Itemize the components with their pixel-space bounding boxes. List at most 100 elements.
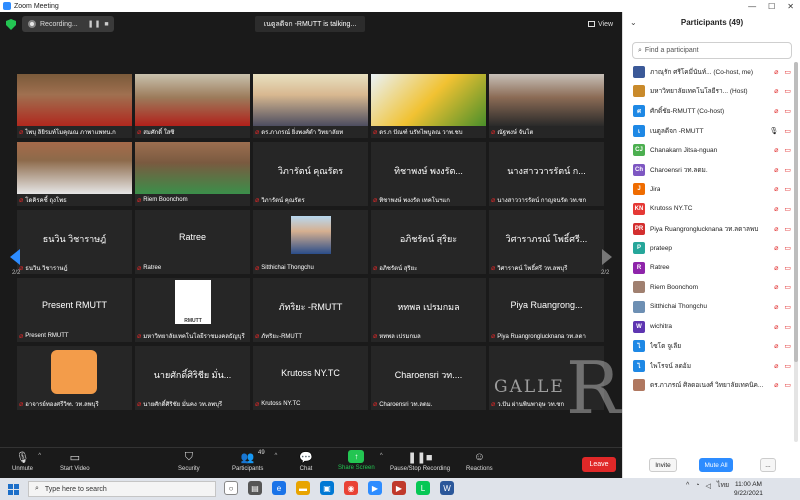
security-shield-icon[interactable] (6, 19, 16, 30)
participant-tile[interactable]: ⌀ สมศักดิ์ ใสซิ (135, 74, 250, 138)
share-options-chevron-icon[interactable]: ^ (380, 453, 383, 459)
participant-tile[interactable]: ⌀ Riem Boonchom (135, 142, 250, 206)
participant-tile[interactable]: วิภารัตน์ คุณรัตร ⌀ วิภารัตน์ คุณรัตร (253, 142, 368, 206)
participant-tile[interactable]: ⌀ Sitthichai Thongchu (253, 210, 368, 274)
watermark-text: GALLE (494, 377, 565, 397)
video-off-icon: ▭ (784, 186, 791, 194)
muted-microphone-icon: ⌀ (255, 400, 260, 408)
language-indicator[interactable]: ไทย (717, 480, 729, 491)
participant-tile[interactable]: อภิชรัตน์ สุริยะ ⌀ อภิชรัตน์ สุริยะ (371, 210, 486, 274)
word-icon[interactable]: W (440, 481, 454, 495)
participant-tile[interactable]: RMUTT ⌀ มหาวิทยาลัยเทคโนโลยีราชมงคลธัญบุรี (135, 278, 250, 342)
chrome-icon[interactable]: ◉ (344, 481, 358, 495)
participant-tile[interactable]: ทิชาพงษ์ พงงรัต... ⌀ ทิชาพงษ์ พงงรัต เทคโน… (371, 142, 486, 206)
participant-list-item[interactable]: ศศักดิ์ชัย-RMUTT (Co-host) ⌀ ▭ (623, 101, 793, 121)
participant-tile[interactable]: ⌀ ไพบุ ลิยิรมท์โมคุณณ ภาพาแพทน.ก (17, 74, 132, 138)
wifi-icon[interactable]: ◔ (695, 482, 699, 489)
scrollbar-thumb[interactable] (794, 62, 798, 362)
participants-button[interactable]: 👥 Participants 49 ^ (232, 450, 277, 472)
zoom-taskbar-icon[interactable]: ▶ (368, 481, 382, 495)
participant-list-item[interactable]: ดร.ภาภรณ์ ศิลดอเนงศ์ วิทยาลัยเทคนิค... ⌀ ▭ (623, 376, 793, 396)
participant-list-item[interactable]: KN Krutoss NY.TC ⌀ ▭ (623, 199, 793, 219)
participant-list-item[interactable]: Riem Boonchom ⌀ ▭ (623, 278, 793, 298)
taskbar-clock[interactable]: 11:00 AM 9/22/2021 (734, 480, 763, 498)
participant-list-item[interactable]: Wwichitra ⌀ ▭ (623, 317, 793, 337)
video-app-icon[interactable]: ▶ (392, 481, 406, 495)
muted-microphone-icon: ⌀ (774, 284, 779, 292)
task-view-icon[interactable]: ▤ (248, 481, 262, 495)
participant-list-name: Sitthichai Thongchu (650, 303, 707, 311)
participant-tile[interactable]: ⌀ โดคิรคชี้ ถุงโพธ (17, 142, 132, 206)
participant-tile[interactable]: วิศาราภรณ์ โพธิ์ศรี... ⌀ วิศาราคน์ โพธิ์ศร… (489, 210, 604, 274)
muted-microphone-icon: ⌀ (19, 400, 24, 408)
participant-list-item[interactable]: PR Piya Ruangronglucknana วท.ลดาลพบ ⌀ ▭ (623, 219, 793, 239)
taskbar-apps: ○ ▤ e ▬ ▣ ◉ ▶ ▶ L W (224, 481, 454, 495)
windows-start-icon[interactable] (8, 483, 19, 495)
participant-tile[interactable]: ⌀ อาจารย์ทองศรีวิฑ. วท.ลพบุรี (17, 346, 132, 410)
muted-microphone-icon: ⌀ (774, 323, 779, 331)
taskbar-search-input[interactable]: ⌕ Type here to search (28, 481, 216, 497)
pause-recording-icon[interactable]: ❚❚ ■ (88, 20, 110, 28)
edge-icon[interactable]: e (272, 481, 286, 495)
chat-button[interactable]: 💬 Chat (299, 450, 313, 473)
participant-tile[interactable]: หทพล เปรมกมล ⌀ หทพล เปรมกมล (371, 278, 486, 342)
avatar: CJ (633, 144, 645, 157)
participant-tile[interactable]: Ratree ⌀ Ratree (135, 210, 250, 274)
security-button[interactable]: ⛉ Security (178, 450, 200, 473)
participant-list-item[interactable]: Ch Charoensri วท.ลดม. ⌀ ▭ (623, 160, 793, 180)
file-explorer-icon[interactable]: ▬ (296, 481, 310, 495)
tray-chevron-icon[interactable]: ^ (686, 482, 689, 489)
pause-recording-button[interactable]: ❚❚■ Pause/Stop Recording (390, 450, 450, 473)
audio-options-chevron-icon[interactable]: ^ (38, 453, 41, 459)
participant-tile[interactable]: Charoensri วท.... ⌀ Charoensri วท.ลดม. (371, 346, 486, 410)
participants-chevron-icon[interactable]: ^ (275, 453, 278, 459)
participant-tile[interactable]: ธนวิน วิชาราษฎ์ ⌀ ธนวิน วิชาราษฎ์ (17, 210, 132, 274)
participant-search-input[interactable]: ⌕ Find a participant (632, 42, 792, 59)
minimize-icon[interactable]: — (748, 2, 756, 11)
meeting-topbar: Recording... ❚❚ ■ เนตูลดีจก -RMUTT is ta… (0, 12, 622, 38)
participant-list-item[interactable]: Sitthichai Thongchu ⌀ ▭ (623, 297, 793, 317)
participant-tile[interactable]: Present RMUTT ⌀ Present RMUTT (17, 278, 132, 342)
participant-list-item[interactable]: R Ratree ⌀ ▭ (623, 258, 793, 278)
muted-microphone-icon: ⌀ (774, 303, 779, 311)
participant-name: วิภารัตน์ คุณรัตร (261, 197, 305, 204)
next-page-arrow-icon[interactable] (602, 249, 612, 265)
participant-list-item[interactable]: Pprateep ⌀ ▭ (623, 238, 793, 258)
line-icon[interactable]: L (416, 481, 430, 495)
close-icon[interactable]: ✕ (787, 2, 794, 11)
avatar: ไ (633, 340, 645, 353)
participant-list-item[interactable]: มหาวิทยาลัยเทคโนโลยีรา... (Host) ⌀ ▭ (623, 82, 793, 102)
participant-tile[interactable]: ⌀ ดร.ภาภรณ์ ยิ่งพงศ์ดำ วิทยาลัยท (253, 74, 368, 138)
participant-list-scrollbar[interactable] (794, 62, 798, 442)
reactions-button[interactable]: ☺ Reactions (466, 450, 493, 472)
participant-list-item[interactable]: เเนตูลดีจก -RMUTT 🎙 ▭ (623, 121, 793, 141)
invite-button[interactable]: Invite (649, 458, 677, 472)
participant-list-item[interactable]: CJ Chanakarn Jitsa-nguan ⌀ ▭ (623, 140, 793, 160)
more-options-button[interactable]: ... (760, 458, 776, 472)
start-video-button[interactable]: ▭ Start Video (60, 450, 90, 473)
cortana-icon[interactable]: ○ (224, 481, 238, 495)
participant-tile[interactable]: ⌀ ดร.ก ปัณฑ์ นรัทไพบูลณ วาพ.ชบ (371, 74, 486, 138)
mute-all-button[interactable]: Mute All (699, 458, 733, 472)
participant-list-item[interactable]: J Jira ⌀ ▭ (623, 180, 793, 200)
participant-tile[interactable]: ⌀ ณัฐพงษ์ จันโต (489, 74, 604, 138)
share-screen-button[interactable]: ↑ Share Screen ^ (338, 450, 383, 471)
participant-tile[interactable]: Piya Ruangrong... ⌀ Piya Ruangronglucknana… (489, 278, 604, 342)
participant-tile[interactable]: นายศักดิ์ศิริชีย มั่น... ⌀ นายศักดิ์ศิริชั… (135, 346, 250, 410)
view-button[interactable]: View (588, 17, 618, 31)
participant-tile[interactable]: ภัทริยะ -RMUTT ⌀ ภัทริยะ-RMUTT (253, 278, 368, 342)
unmute-button[interactable]: 🎙 Unmute ^ (12, 450, 41, 473)
previous-page-arrow-icon[interactable] (10, 249, 20, 265)
volume-icon[interactable]: ◁ (706, 482, 711, 490)
leave-button[interactable]: Leave (582, 457, 616, 472)
participant-tile[interactable]: นางสาววารรัตน์ ก... ⌀ นางสาววารรัตน์ กาญจน… (489, 142, 604, 206)
maximize-icon[interactable]: ☐ (768, 2, 775, 11)
participant-list-item[interactable]: ไไซโต จูเลีย ⌀ ▭ (623, 336, 793, 356)
avatar: ศ (633, 104, 645, 117)
participant-list-item[interactable]: ภาณุรัก ศรีโคมี่นันท์... (Co-host, me) ⌀ ▭ (623, 62, 793, 82)
participant-status-icons: ⌀ ▭ (774, 225, 791, 233)
participant-tile[interactable]: Krutoss NY.TC ⌀ Krutoss NY.TC (253, 346, 368, 410)
participant-display-name: นายศักดิ์ศิริชีย มั่น... (153, 370, 232, 380)
store-icon[interactable]: ▣ (320, 481, 334, 495)
participant-list-item[interactable]: ไไพโรจน์ ลดอ้ม ⌀ ▭ (623, 356, 793, 376)
